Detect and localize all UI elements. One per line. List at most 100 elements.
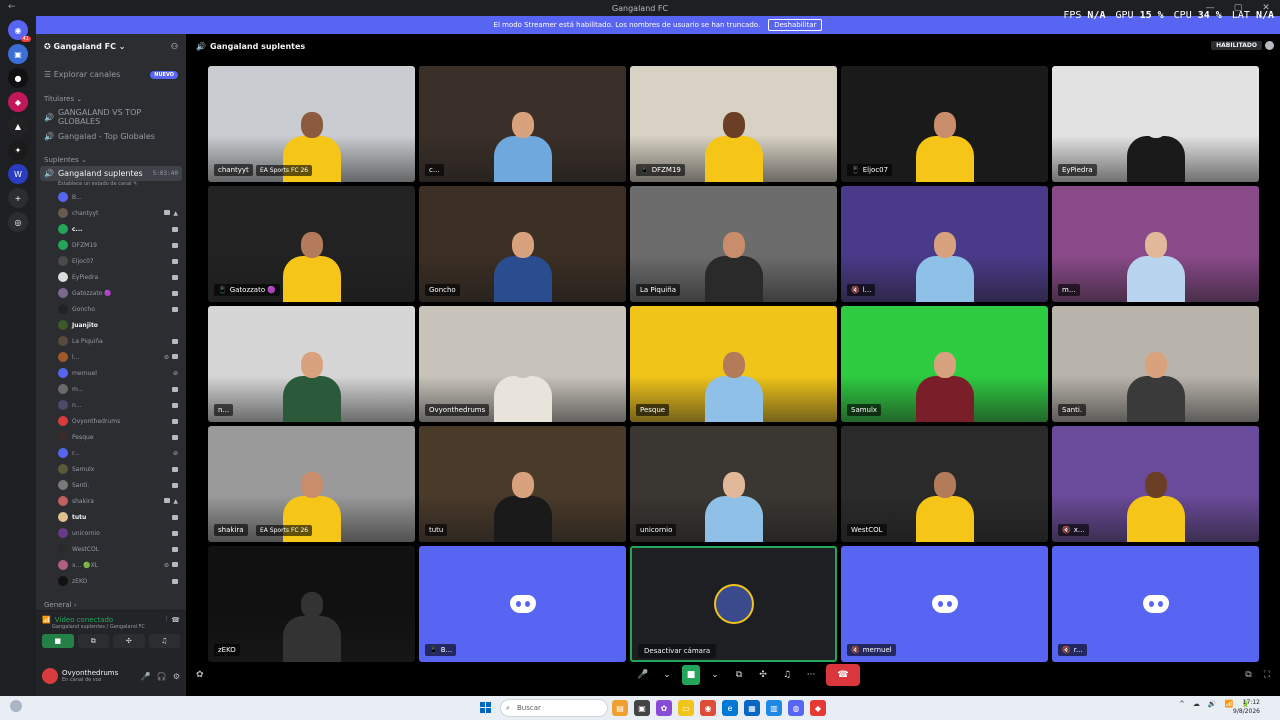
- tray-icon[interactable]: ☁: [1193, 700, 1200, 708]
- tray-icon[interactable]: 📶: [1225, 700, 1234, 708]
- server-icon[interactable]: ▣: [8, 44, 28, 64]
- video-tile[interactable]: 🔇 x...: [1052, 426, 1259, 542]
- camera-options-chevron-icon[interactable]: ⌄: [706, 665, 724, 685]
- taskbar-app-icon[interactable]: ◍: [788, 700, 804, 716]
- video-tile[interactable]: EyPiedra: [1052, 66, 1259, 182]
- chat-bubble-icon[interactable]: [1265, 41, 1274, 50]
- system-clock[interactable]: 17:12 9/8/2026: [1233, 698, 1260, 716]
- voice-member[interactable]: EyPiedra: [36, 269, 186, 285]
- headset-icon[interactable]: 🎧: [157, 672, 167, 681]
- video-tile[interactable]: shakira EA Sports FC 26: [208, 426, 415, 542]
- voice-member[interactable]: m...: [36, 381, 186, 397]
- voice-member[interactable]: c...: [36, 221, 186, 237]
- activities-button[interactable]: ✣: [754, 665, 772, 685]
- server-icon[interactable]: ◆: [8, 92, 28, 112]
- video-tile[interactable]: 📱 B...: [419, 546, 626, 662]
- video-tile[interactable]: La Piquiña: [630, 186, 837, 302]
- mic-options-chevron-icon[interactable]: ⌄: [658, 665, 676, 685]
- voice-member[interactable]: tutu: [36, 509, 186, 525]
- voice-member[interactable]: Ovyonthedrums: [36, 413, 186, 429]
- microphone-icon[interactable]: 🎤: [634, 665, 652, 685]
- streamer-status-badge[interactable]: HABILITADO: [1211, 41, 1262, 50]
- taskbar-app-icon[interactable]: ✿: [656, 700, 672, 716]
- video-tile[interactable]: Pesque: [630, 306, 837, 422]
- taskbar-app-icon[interactable]: ▦: [744, 700, 760, 716]
- camera-toggle-button[interactable]: ■: [682, 665, 700, 685]
- tray-icon[interactable]: 🔊: [1208, 700, 1217, 708]
- category-suplentes[interactable]: Suplentes ⌄: [36, 154, 186, 166]
- voice-member[interactable]: Gatozzato 🟣: [36, 285, 186, 301]
- explore-channels[interactable]: ☰ Explorar canales NUEVO: [36, 66, 186, 83]
- video-tile[interactable]: tutu: [419, 426, 626, 542]
- voice-member[interactable]: Pesque: [36, 429, 186, 445]
- fullscreen-icon[interactable]: ⛶: [1264, 670, 1270, 680]
- video-tile[interactable]: chantyyt EA Sports FC 26: [208, 66, 415, 182]
- screenshare-button[interactable]: ⧉: [730, 665, 748, 685]
- voice-member[interactable]: Santi.: [36, 477, 186, 493]
- server-icon[interactable]: W: [8, 164, 28, 184]
- taskbar-search[interactable]: ⌕ Buscar: [500, 699, 608, 717]
- video-tile[interactable]: unicornio: [630, 426, 837, 542]
- channel-status-prompt[interactable]: Establece un estado de canal ✎: [36, 181, 186, 189]
- gift-icon[interactable]: ✿: [196, 670, 204, 680]
- video-tile[interactable]: Santi.: [1052, 306, 1259, 422]
- add-member-icon[interactable]: ⚇: [171, 42, 178, 51]
- voice-member[interactable]: chantyyt ▲: [36, 205, 186, 221]
- voice-channel-gangaland-suplentes[interactable]: 🔊 Gangaland suplentes 5:03:40: [40, 166, 182, 181]
- voice-member[interactable]: WestCOL: [36, 541, 186, 557]
- soundboard-icon[interactable]: ♫: [148, 634, 180, 648]
- video-tile[interactable]: m...: [1052, 186, 1259, 302]
- voice-member[interactable]: l... ⊘: [36, 349, 186, 365]
- taskbar-app-icon[interactable]: ▥: [766, 700, 782, 716]
- weather-widget-icon[interactable]: [10, 700, 22, 712]
- server-icon[interactable]: ●: [8, 68, 28, 88]
- voice-channel-gangalad-top[interactable]: 🔊 Gangalad - Top Globales: [36, 129, 186, 144]
- video-tile[interactable]: Goncho: [419, 186, 626, 302]
- tray-icon[interactable]: ^: [1179, 700, 1185, 708]
- taskbar-app-icon[interactable]: e: [722, 700, 738, 716]
- disable-streamer-button[interactable]: Deshabilitar: [768, 19, 823, 31]
- video-tile[interactable]: n...: [208, 306, 415, 422]
- video-tile[interactable]: 📱 Gatozzato 🟣: [208, 186, 415, 302]
- video-tile[interactable]: Ovyonthedrums: [419, 306, 626, 422]
- voice-member[interactable]: shakira ▲: [36, 493, 186, 509]
- more-options-button[interactable]: ···: [802, 665, 820, 685]
- taskbar-app-icon[interactable]: ▭: [678, 700, 694, 716]
- server-icon[interactable]: ◉ 41: [8, 20, 31, 42]
- video-tile[interactable]: 🔇 r...: [1052, 546, 1259, 662]
- voice-member[interactable]: Eljoc07: [36, 253, 186, 269]
- popout-icon[interactable]: ⧉: [1245, 670, 1251, 680]
- category-titulares[interactable]: Titulares ⌄: [36, 93, 186, 105]
- voice-member[interactable]: mernuel ⊘: [36, 365, 186, 381]
- voice-member[interactable]: La Piquiña: [36, 333, 186, 349]
- video-tile[interactable]: WestCOL: [841, 426, 1048, 542]
- user-info[interactable]: Ovyonthedrums En canal de voz: [62, 669, 118, 683]
- server-header[interactable]: ✪ Gangaland FC ⌄ ⚇: [36, 34, 186, 58]
- taskbar-app-icon[interactable]: ◉: [700, 700, 716, 716]
- back-arrow-icon[interactable]: ←: [8, 2, 16, 12]
- noise-suppression-icon[interactable]: ⫶: [166, 615, 168, 624]
- voice-member[interactable]: Samulx: [36, 461, 186, 477]
- video-tile[interactable]: Samulx: [841, 306, 1048, 422]
- server-icon[interactable]: +: [8, 188, 28, 208]
- server-icon[interactable]: ✦: [8, 140, 28, 160]
- video-tile[interactable]: 📱 Eljoc07: [841, 66, 1048, 182]
- voice-status[interactable]: 📶 Vídeo conectado ⫶ ☎: [36, 611, 186, 624]
- video-tile[interactable]: 🔇 mernuel: [841, 546, 1048, 662]
- video-tile[interactable]: 📱 DFZM19: [630, 66, 837, 182]
- activities-icon[interactable]: ✣: [113, 634, 145, 648]
- start-button-icon[interactable]: [480, 702, 491, 713]
- voice-member[interactable]: Goncho: [36, 301, 186, 317]
- voice-member[interactable]: x... 🟢XL ⊘: [36, 557, 186, 573]
- video-tile[interactable]: zEKO: [208, 546, 415, 662]
- soundboard-button[interactable]: ♫: [778, 665, 796, 685]
- taskbar-app-icon[interactable]: ▣: [634, 700, 650, 716]
- server-icon[interactable]: ▲: [8, 116, 28, 136]
- screenshare-icon[interactable]: ⧉: [77, 634, 109, 648]
- video-tile[interactable]: 🔇 l...: [841, 186, 1048, 302]
- voice-member[interactable]: zEKO: [36, 573, 186, 589]
- voice-member[interactable]: r... ⊘: [36, 445, 186, 461]
- voice-member[interactable]: unicornio: [36, 525, 186, 541]
- voice-member[interactable]: Juanjito: [36, 317, 186, 333]
- video-tile[interactable]: c...: [419, 66, 626, 182]
